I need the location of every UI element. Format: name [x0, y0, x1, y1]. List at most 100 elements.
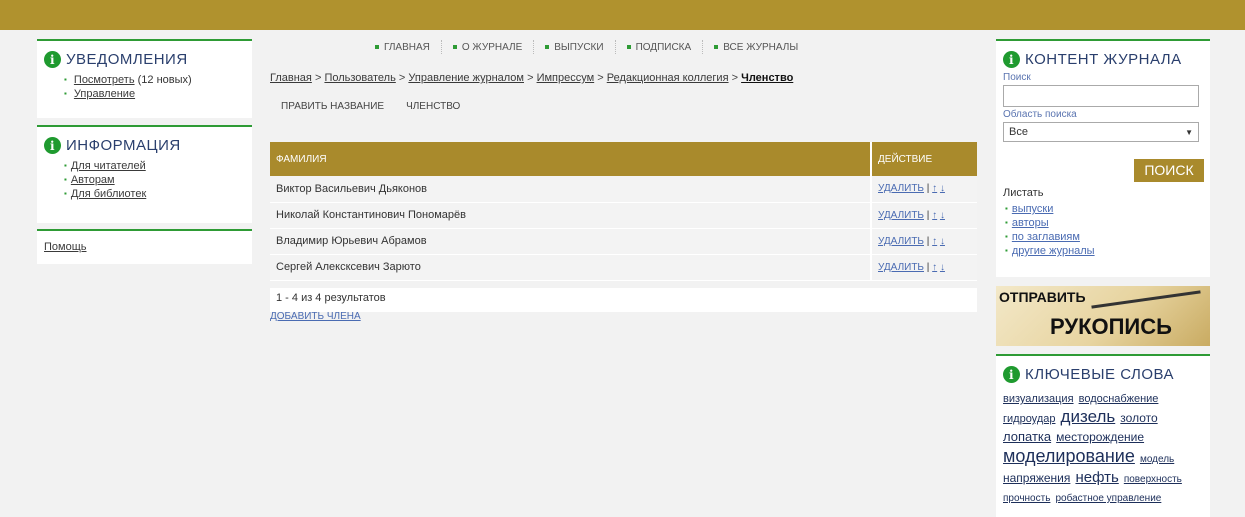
info-icon: i [44, 51, 61, 68]
info-icon: i [1003, 366, 1020, 383]
nav-subscription[interactable]: ПОДПИСКА [616, 40, 704, 54]
keywords-block: i КЛЮЧЕВЫЕ СЛОВА визуализация водоснабже… [996, 354, 1210, 517]
tab-edit-title[interactable]: ПРАВИТЬ НАЗВАНИЕ [281, 101, 384, 112]
delete-link[interactable]: УДАЛИТЬ [878, 210, 924, 221]
move-up-icon[interactable]: ↑ [932, 210, 937, 221]
view-notifications-link[interactable]: Посмотреть [74, 74, 135, 86]
move-up-icon[interactable]: ↑ [932, 183, 937, 194]
browse-authors-link[interactable]: авторы [1012, 217, 1049, 229]
notifications-count: (12 новых) [137, 74, 192, 86]
browse-title: Листать [1003, 187, 1044, 199]
move-down-icon[interactable]: ↓ [940, 183, 945, 194]
table-header-row: ФАМИЛИЯ ДЕЙСТВИЕ [270, 142, 977, 176]
move-down-icon[interactable]: ↓ [940, 236, 945, 247]
dropdown-arrow-icon: ▼ [1185, 127, 1193, 137]
member-name: Сергей Алексксевич Зарюто [270, 254, 871, 281]
results-count: 1 - 4 из 4 результатов [270, 288, 977, 312]
keyword-tag[interactable]: золото [1120, 411, 1157, 425]
submit-manuscript-banner[interactable]: ОТПРАВИТЬ РУКОПИСЬ [996, 286, 1210, 346]
search-input[interactable] [1003, 85, 1199, 107]
breadcrumb-editorial-board[interactable]: Редакционная коллегия [607, 72, 729, 84]
nav-home[interactable]: ГЛАВНАЯ [364, 40, 442, 54]
for-readers-link[interactable]: Для читателей [71, 160, 146, 172]
move-down-icon[interactable]: ↓ [940, 262, 945, 273]
move-down-icon[interactable]: ↓ [940, 210, 945, 221]
for-authors-link[interactable]: Авторам [71, 174, 115, 186]
keyword-tag[interactable]: лопатка [1003, 429, 1051, 444]
browse-item: выпуски [1005, 202, 1095, 216]
keyword-tag[interactable]: моделирование [1003, 446, 1135, 466]
notifications-block: i УВЕДОМЛЕНИЯ Посмотреть (12 новых) Упра… [37, 39, 252, 118]
keyword-tag[interactable]: визуализация [1003, 393, 1074, 405]
info-icon: i [1003, 51, 1020, 68]
move-up-icon[interactable]: ↑ [932, 236, 937, 247]
row-actions: УДАЛИТЬ | ↑ ↓ [870, 254, 977, 281]
browse-other-journals-link[interactable]: другие журналы [1012, 245, 1095, 257]
pen-icon [1091, 290, 1201, 309]
bullet-icon [545, 45, 550, 49]
manage-notifications-link[interactable]: Управление [74, 88, 135, 100]
delete-link[interactable]: УДАЛИТЬ [878, 183, 924, 194]
breadcrumb-separator: > [527, 72, 534, 84]
search-scope-select[interactable]: Все ▼ [1003, 122, 1199, 142]
breadcrumb-journal-management[interactable]: Управление журналом [408, 72, 524, 84]
information-item: Авторам [64, 173, 245, 187]
browse-issues-link[interactable]: выпуски [1012, 203, 1054, 215]
breadcrumb-separator: > [731, 72, 739, 84]
help-block: Помощь [37, 229, 252, 264]
column-header-action: ДЕЙСТВИЕ [870, 142, 977, 176]
breadcrumb-separator: > [597, 72, 604, 84]
banner-line1: ОТПРАВИТЬ [999, 289, 1086, 305]
keyword-tag[interactable]: дизель [1061, 407, 1116, 426]
browse-item: авторы [1005, 216, 1095, 230]
top-bar [0, 0, 1245, 30]
row-actions: УДАЛИТЬ | ↑ ↓ [870, 202, 977, 229]
keyword-tag[interactable]: модель [1140, 454, 1174, 465]
keyword-tag[interactable]: гидроудар [1003, 413, 1055, 425]
keyword-tag[interactable]: месторождение [1056, 430, 1144, 444]
notifications-list: Посмотреть (12 новых) Управление [64, 73, 245, 101]
keyword-tag[interactable]: робастное управление [1055, 493, 1161, 504]
breadcrumb-home[interactable]: Главная [270, 72, 312, 84]
keywords-title: i КЛЮЧЕВЫЕ СЛОВА [1003, 366, 1203, 383]
breadcrumb-imprint[interactable]: Импрессум [537, 72, 595, 84]
bullet-icon [375, 45, 379, 49]
browse-item: другие журналы [1005, 244, 1095, 258]
row-actions: УДАЛИТЬ | ↑ ↓ [870, 176, 977, 203]
member-name: Виктор Васильевич Дьяконов [270, 176, 871, 203]
delete-link[interactable]: УДАЛИТЬ [878, 262, 924, 273]
keyword-tag[interactable]: нефть [1075, 469, 1118, 486]
information-title: i ИНФОРМАЦИЯ [44, 137, 245, 154]
nav-about[interactable]: О ЖУРНАЛЕ [442, 40, 535, 54]
keyword-tag[interactable]: поверхность [1124, 474, 1182, 485]
nav-issues[interactable]: ВЫПУСКИ [534, 40, 616, 54]
browse-titles-link[interactable]: по заглавиям [1012, 231, 1080, 243]
notifications-manage-item: Управление [64, 87, 245, 101]
keyword-cloud: визуализация водоснабжение гидроудар диз… [1003, 390, 1208, 508]
banner-line2: РУКОПИСЬ [1050, 314, 1172, 339]
subtabs: ПРАВИТЬ НАЗВАНИЕ ЧЛЕНСТВО [281, 101, 482, 112]
move-up-icon[interactable]: ↑ [932, 262, 937, 273]
breadcrumb-separator: > [398, 72, 406, 84]
bullet-icon [626, 45, 631, 49]
nav-all-journals[interactable]: ВСЕ ЖУРНАЛЫ [703, 40, 809, 54]
member-name: Владимир Юрьевич Абрамов [270, 228, 871, 255]
help-link[interactable]: Помощь [44, 241, 87, 253]
browse-item: по заглавиям [1005, 230, 1095, 244]
breadcrumb-user[interactable]: Пользователь [324, 72, 395, 84]
member-name: Николай Константинович Пономарёв [270, 202, 871, 229]
bullet-icon [452, 45, 457, 49]
keyword-tag[interactable]: водоснабжение [1079, 393, 1159, 405]
tab-membership[interactable]: ЧЛЕНСТВО [406, 101, 460, 112]
row-actions: УДАЛИТЬ | ↑ ↓ [870, 228, 977, 255]
breadcrumb: Главная > Пользователь > Управление журн… [270, 72, 793, 84]
keyword-tag[interactable]: напряжения [1003, 471, 1070, 485]
notifications-view-item: Посмотреть (12 новых) [64, 73, 245, 87]
for-libraries-link[interactable]: Для библиотек [71, 188, 146, 200]
breadcrumb-current[interactable]: Членство [741, 72, 793, 84]
delete-link[interactable]: УДАЛИТЬ [878, 236, 924, 247]
keyword-tag[interactable]: прочность [1003, 493, 1050, 504]
table-row: Виктор Васильевич Дьяконов УДАЛИТЬ | ↑ ↓ [270, 176, 977, 203]
add-member-link[interactable]: ДОБАВИТЬ ЧЛЕНА [270, 311, 361, 322]
search-button[interactable]: ПОИСК [1134, 159, 1204, 182]
